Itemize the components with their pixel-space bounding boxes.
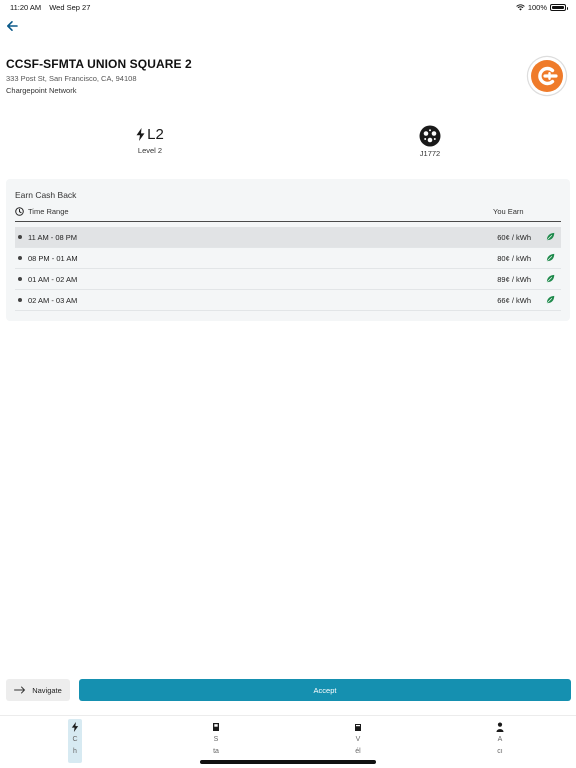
- tab-stations[interactable]: S ta: [209, 719, 223, 763]
- station-name: CCSF-SFMTA UNION SQUARE 2: [6, 57, 192, 71]
- level-code: L2: [147, 126, 164, 143]
- back-button[interactable]: [4, 18, 20, 34]
- navigate-button[interactable]: Navigate: [6, 679, 70, 701]
- clock-icon: [15, 207, 24, 216]
- battery-icon: [550, 4, 568, 11]
- row-time: 11 AM - 08 PM: [28, 233, 78, 242]
- j1772-connector-icon: [419, 125, 441, 147]
- cash-back-title: Earn Cash Back: [15, 190, 77, 200]
- bullet-icon: [18, 277, 22, 281]
- row-price: 80¢ / kWh: [497, 254, 531, 263]
- bullet-icon: [18, 256, 22, 260]
- station-address: 333 Post St, San Francisco, CA, 94108: [6, 74, 137, 83]
- tab-charge[interactable]: C h: [68, 719, 82, 763]
- vehicle-icon: [355, 724, 361, 731]
- status-time: 11:20 AM: [10, 3, 42, 12]
- you-earn-header: You Earn: [493, 207, 524, 216]
- tab-account[interactable]: A cı: [493, 719, 507, 763]
- table-row[interactable]: 02 AM - 03 AM 66¢ / kWh: [15, 290, 561, 311]
- leaf-icon: [546, 274, 555, 283]
- tab-vehicle[interactable]: V él: [351, 719, 365, 763]
- table-row[interactable]: 01 AM - 02 AM 89¢ / kWh: [15, 269, 561, 290]
- level-label: Level 2: [137, 146, 163, 155]
- bolt-icon: [136, 128, 145, 141]
- accept-button[interactable]: Accept: [79, 679, 571, 701]
- status-date: Wed Sep 27: [49, 3, 91, 12]
- connector-label: J1772: [419, 149, 441, 158]
- status-right: 100%: [516, 3, 568, 12]
- navigate-label: Navigate: [32, 685, 62, 695]
- connector-type: J1772: [400, 125, 460, 158]
- row-time: 08 PM - 01 AM: [28, 254, 78, 263]
- bullet-icon: [18, 235, 22, 239]
- bolt-icon: [71, 722, 79, 732]
- row-time: 01 AM - 02 AM: [28, 275, 78, 284]
- status-bar: 11:20 AM Wed Sep 27 100%: [0, 0, 576, 14]
- leaf-icon: [546, 253, 555, 262]
- row-price: 66¢ / kWh: [497, 296, 531, 305]
- table-row[interactable]: 11 AM - 08 PM 60¢ / kWh: [15, 227, 561, 248]
- status-left: 11:20 AM Wed Sep 27: [10, 3, 90, 12]
- bullet-icon: [18, 298, 22, 302]
- home-indicator[interactable]: [200, 760, 376, 764]
- arrow-left-icon: [7, 21, 18, 31]
- chargepoint-logo: [528, 57, 566, 95]
- row-time: 02 AM - 03 AM: [28, 296, 78, 305]
- leaf-icon: [546, 295, 555, 304]
- battery-percent: 100%: [527, 3, 547, 12]
- row-price: 89¢ / kWh: [497, 275, 531, 284]
- station-network: Chargepoint Network: [6, 86, 77, 95]
- leaf-icon: [546, 232, 555, 241]
- header-divider: [15, 221, 561, 223]
- charger-level: L2 Level 2: [120, 126, 180, 155]
- cash-back-card: Earn Cash Back Time Range You Earn 11 AM…: [6, 179, 570, 321]
- row-price: 60¢ / kWh: [497, 233, 531, 242]
- arrow-right-icon: [14, 686, 26, 694]
- wifi-icon: [516, 4, 525, 11]
- station-icon: [213, 723, 219, 731]
- chargepoint-logo-icon: [531, 60, 563, 92]
- person-icon: [496, 722, 504, 732]
- table-row[interactable]: 08 PM - 01 AM 80¢ / kWh: [15, 248, 561, 269]
- time-range-header: Time Range: [15, 207, 69, 216]
